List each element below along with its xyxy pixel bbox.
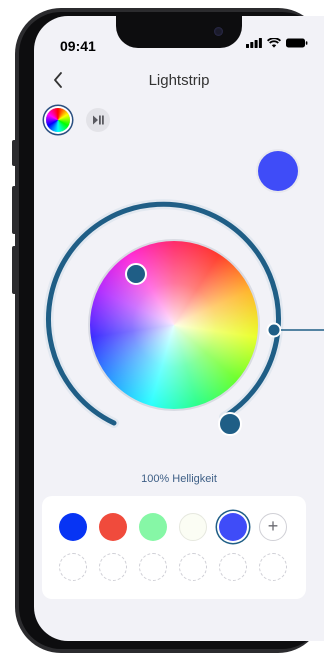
swatch-red[interactable]	[99, 513, 127, 541]
brightness-label: 100% Helligkeit	[141, 473, 217, 485]
swatch-selected-indigo[interactable]	[219, 513, 247, 541]
swatch-green[interactable]	[139, 513, 167, 541]
signal-icon	[246, 38, 262, 48]
play-pause-mode-button[interactable]	[86, 108, 110, 132]
empty-swatch-slot[interactable]	[259, 553, 287, 581]
color-wheel-mode-button[interactable]	[46, 108, 70, 132]
volume-down-button	[12, 246, 17, 294]
brightness-handle[interactable]	[218, 412, 242, 436]
color-picker[interactable]	[34, 191, 324, 451]
status-time: 09:41	[60, 38, 96, 54]
status-icons	[246, 38, 308, 48]
front-camera	[214, 27, 223, 36]
brightness-marker	[266, 322, 282, 338]
color-selector-knob[interactable]	[125, 263, 147, 285]
mute-switch	[12, 140, 17, 166]
add-swatch-button[interactable]: +	[259, 513, 287, 541]
selected-color-preview	[258, 151, 298, 191]
battery-icon	[286, 38, 308, 48]
color-wheel[interactable]	[88, 239, 260, 411]
notch	[116, 16, 242, 48]
empty-swatch-slot[interactable]	[59, 553, 87, 581]
swatch-blue[interactable]	[59, 513, 87, 541]
swatch-white[interactable]	[179, 513, 207, 541]
app-screen: 09:41 Lightstrip 100% Helligkeit +	[34, 16, 324, 641]
play-pause-icon	[93, 115, 104, 125]
empty-swatch-slot[interactable]	[139, 553, 167, 581]
empty-swatch-slot[interactable]	[219, 553, 247, 581]
color-swatch-panel: +	[42, 496, 306, 599]
volume-up-button	[12, 186, 17, 234]
wifi-icon	[267, 38, 281, 48]
empty-swatch-slot[interactable]	[99, 553, 127, 581]
page-title: Lightstrip	[148, 72, 210, 89]
empty-swatch-slot[interactable]	[179, 553, 207, 581]
